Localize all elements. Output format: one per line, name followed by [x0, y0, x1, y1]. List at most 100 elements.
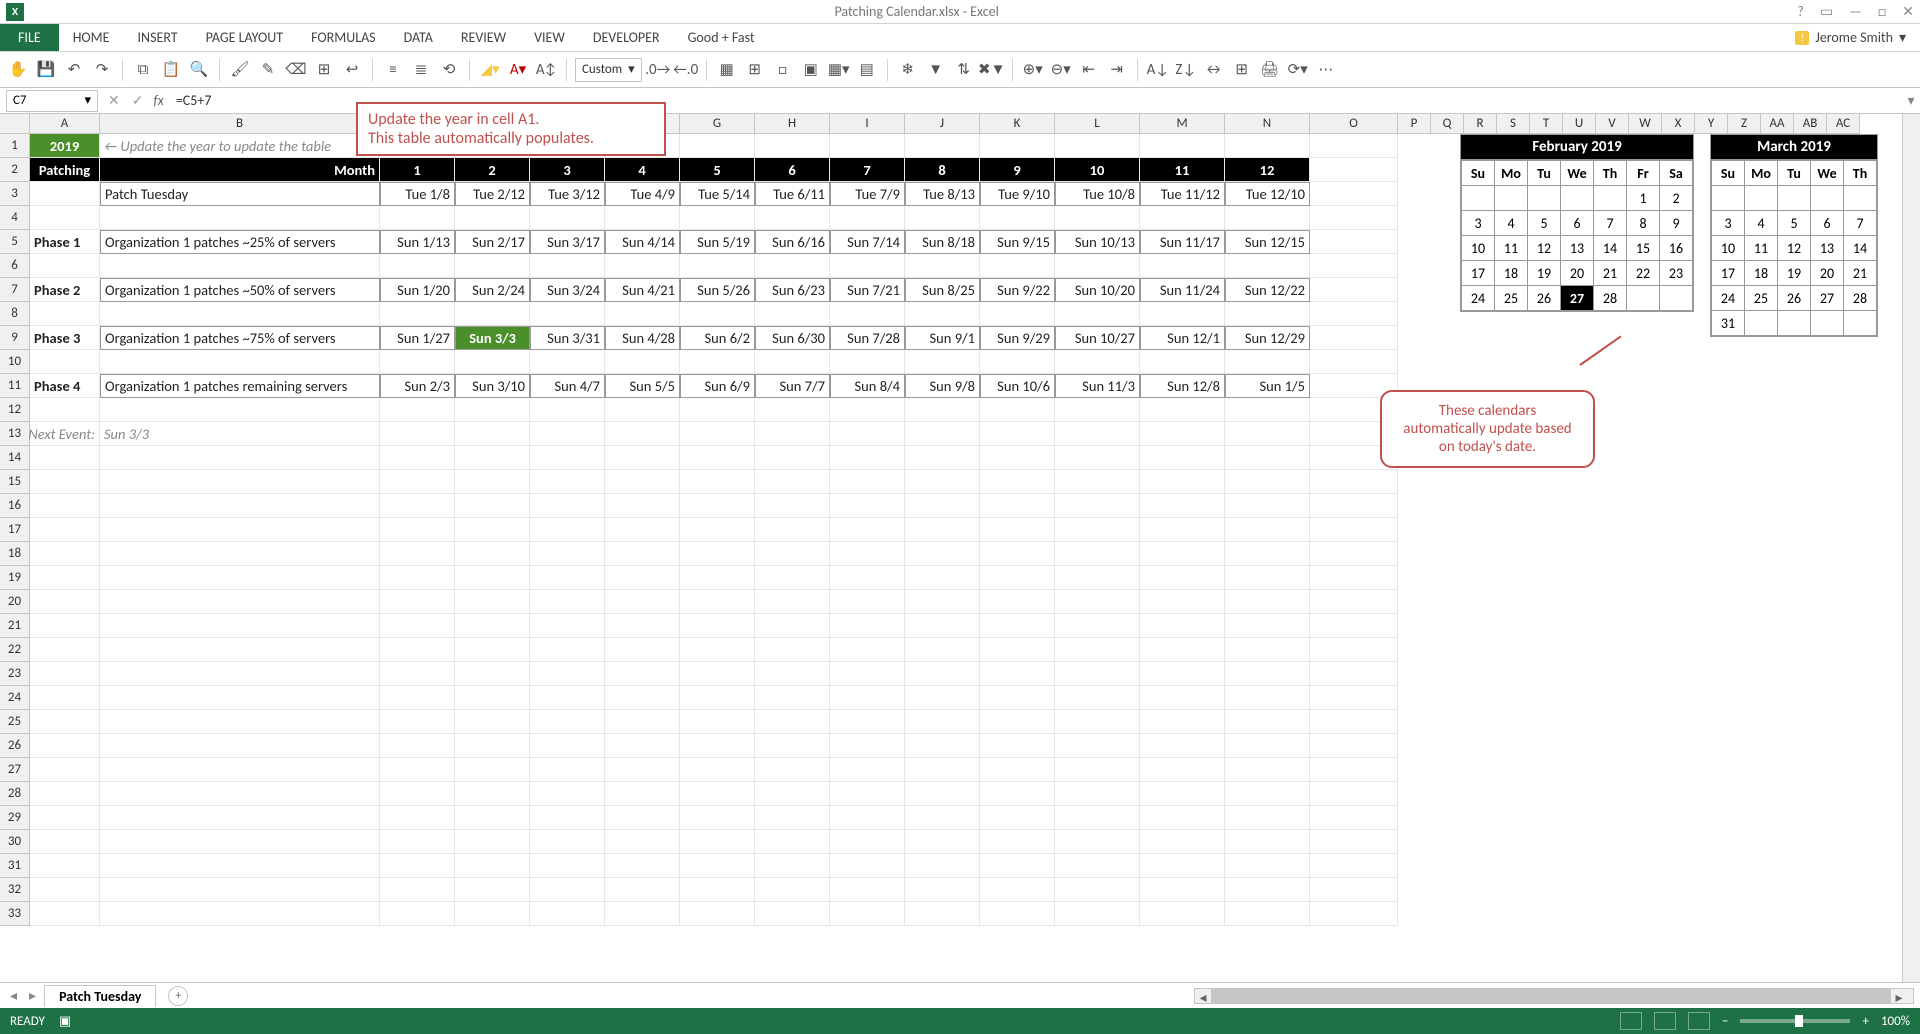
cell[interactable] — [755, 446, 830, 470]
cell[interactable] — [905, 854, 980, 878]
eraser-icon[interactable]: ⌫ — [284, 58, 308, 82]
cell[interactable] — [755, 686, 830, 710]
cell[interactable] — [680, 350, 755, 374]
cell[interactable] — [1140, 854, 1225, 878]
cell[interactable] — [1310, 566, 1398, 590]
cell[interactable] — [100, 662, 380, 686]
cell[interactable] — [755, 734, 830, 758]
cell[interactable] — [980, 710, 1055, 734]
cell[interactable] — [1140, 206, 1225, 230]
cell[interactable] — [1055, 398, 1140, 422]
cell[interactable] — [830, 734, 905, 758]
cell[interactable] — [755, 590, 830, 614]
cell[interactable] — [680, 878, 755, 902]
cell[interactable] — [1140, 422, 1225, 446]
row-header[interactable]: 25 — [0, 710, 30, 734]
cell-date[interactable]: Sun 6/30 — [755, 326, 830, 350]
border-style-icon[interactable]: ▦▾ — [827, 58, 851, 82]
cell[interactable] — [1310, 254, 1398, 278]
cell[interactable] — [380, 854, 455, 878]
cell[interactable] — [530, 878, 605, 902]
cell[interactable] — [530, 806, 605, 830]
tab-review[interactable]: REVIEW — [447, 24, 520, 51]
wrap-text-icon[interactable]: ↩ — [340, 58, 364, 82]
cell-date[interactable]: Tue 4/9 — [605, 182, 680, 206]
column-header[interactable]: H — [755, 114, 830, 134]
cell-phase-label[interactable]: Phase 4 — [30, 374, 100, 398]
cell[interactable] — [455, 782, 530, 806]
cell-date[interactable]: Sun 1/13 — [380, 230, 455, 254]
cell[interactable] — [605, 206, 680, 230]
cell-date[interactable]: Sun 12/22 — [1225, 278, 1310, 302]
cell[interactable] — [1055, 590, 1140, 614]
cell[interactable] — [30, 494, 100, 518]
cell[interactable] — [1310, 278, 1398, 302]
cell[interactable] — [380, 806, 455, 830]
cell[interactable] — [980, 134, 1055, 158]
cell[interactable] — [755, 470, 830, 494]
cell[interactable] — [30, 830, 100, 854]
cell[interactable] — [1310, 350, 1398, 374]
cell[interactable] — [530, 422, 605, 446]
cell[interactable] — [605, 734, 680, 758]
cell[interactable] — [605, 398, 680, 422]
cell[interactable] — [380, 398, 455, 422]
cell[interactable] — [455, 734, 530, 758]
cell-date[interactable]: Sun 3/10 — [455, 374, 530, 398]
cell[interactable] — [1055, 350, 1140, 374]
cell[interactable] — [455, 542, 530, 566]
cell[interactable] — [1140, 614, 1225, 638]
column-header[interactable]: N — [1225, 114, 1310, 134]
zoom-in-icon[interactable]: + — [1862, 1014, 1868, 1029]
row-header[interactable]: 24 — [0, 686, 30, 710]
row-header[interactable]: 12 — [0, 398, 30, 422]
normal-view-icon[interactable] — [1620, 1012, 1642, 1030]
undo-icon[interactable]: ↶ — [62, 58, 86, 82]
row-header[interactable]: 16 — [0, 494, 30, 518]
tab-data[interactable]: DATA — [390, 24, 447, 51]
autofit-icon[interactable]: ↔ — [1202, 58, 1226, 82]
cell[interactable] — [1310, 326, 1398, 350]
page-layout-view-icon[interactable] — [1654, 1012, 1676, 1030]
insert-cells-icon[interactable]: ⊕▾ — [1021, 58, 1045, 82]
row-header[interactable]: 2 — [0, 158, 30, 182]
cell-date[interactable]: Sun 5/5 — [605, 374, 680, 398]
row-header[interactable]: 32 — [0, 878, 30, 902]
cell[interactable] — [380, 830, 455, 854]
cell[interactable] — [1225, 710, 1310, 734]
cell[interactable] — [1140, 662, 1225, 686]
cell[interactable] — [455, 206, 530, 230]
cell[interactable] — [1310, 206, 1398, 230]
cell[interactable] — [1140, 134, 1225, 158]
cell[interactable] — [980, 350, 1055, 374]
cell[interactable] — [755, 662, 830, 686]
cell[interactable] — [1055, 254, 1140, 278]
cell[interactable] — [755, 542, 830, 566]
cell[interactable] — [605, 446, 680, 470]
cell[interactable] — [100, 686, 380, 710]
row-header[interactable]: 26 — [0, 734, 30, 758]
indent-increase-icon[interactable]: ⇥ — [1105, 58, 1129, 82]
cell[interactable] — [1225, 302, 1310, 326]
cell[interactable] — [100, 806, 380, 830]
cell-month-num[interactable]: 11 — [1140, 158, 1225, 182]
cell[interactable] — [1055, 734, 1140, 758]
cell[interactable] — [455, 422, 530, 446]
column-header[interactable]: L — [1055, 114, 1140, 134]
cell[interactable] — [530, 734, 605, 758]
cell[interactable] — [455, 902, 530, 926]
cell-phase-desc[interactable]: Organization 1 patches ~25% of servers — [100, 230, 380, 254]
cell-date[interactable]: Sun 9/1 — [905, 326, 980, 350]
align-left-icon[interactable]: ≡ — [381, 58, 405, 82]
orientation-icon[interactable]: ⟲ — [437, 58, 461, 82]
cell[interactable] — [1055, 302, 1140, 326]
cell[interactable] — [100, 302, 380, 326]
cell[interactable] — [1055, 758, 1140, 782]
cell-date[interactable]: Tue 12/10 — [1225, 182, 1310, 206]
cell[interactable] — [455, 398, 530, 422]
cell-date[interactable]: Sun 2/3 — [380, 374, 455, 398]
column-header[interactable]: AC — [1827, 114, 1860, 134]
cell-patching-header[interactable]: Patching — [30, 158, 100, 182]
cell[interactable] — [680, 518, 755, 542]
cell[interactable] — [530, 782, 605, 806]
